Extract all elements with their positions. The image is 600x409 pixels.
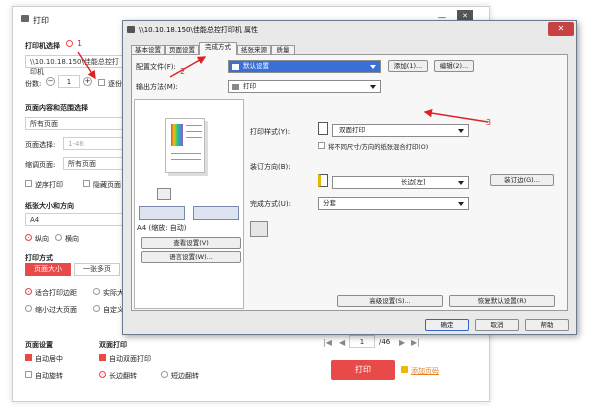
annotation-1: 1 bbox=[77, 39, 83, 48]
tab-finishing[interactable]: 完成方式 bbox=[199, 42, 237, 55]
annotation-2: 2 bbox=[180, 67, 186, 76]
arrow-1 bbox=[77, 51, 96, 80]
annotation-3: 3 bbox=[486, 118, 492, 127]
annotation-arrows bbox=[77, 51, 489, 123]
arrow-2 bbox=[169, 56, 207, 78]
arrow-3 bbox=[423, 108, 489, 123]
